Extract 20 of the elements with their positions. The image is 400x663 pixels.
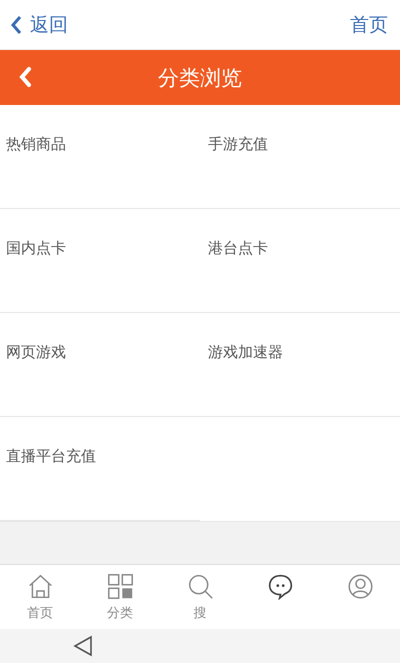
- chat-icon[interactable]: [266, 573, 294, 600]
- category-item[interactable]: 网页游戏: [0, 313, 200, 417]
- back-icon[interactable]: [18, 66, 32, 88]
- back-icon: [10, 14, 22, 34]
- page-title: 分类浏览: [158, 64, 242, 92]
- back-icon[interactable]: [72, 635, 94, 657]
- home-icon[interactable]: [26, 573, 54, 600]
- category-item[interactable]: 手游充值: [200, 105, 400, 209]
- tab-label[interactable]: 搜: [194, 604, 206, 622]
- category-item[interactable]: 国内点卡: [0, 209, 200, 313]
- tab-label[interactable]: 分类: [107, 604, 133, 622]
- back-link[interactable]: 返回: [10, 12, 68, 38]
- user-icon[interactable]: [346, 573, 374, 600]
- grid-icon[interactable]: [106, 573, 134, 600]
- category-item[interactable]: 游戏加速器: [200, 313, 400, 417]
- search-icon[interactable]: [186, 573, 214, 600]
- category-item[interactable]: 热销商品: [0, 105, 200, 209]
- tab-label[interactable]: 首页: [27, 604, 53, 622]
- category-item[interactable]: 港台点卡: [200, 209, 400, 313]
- home-link[interactable]: 首页: [350, 12, 388, 38]
